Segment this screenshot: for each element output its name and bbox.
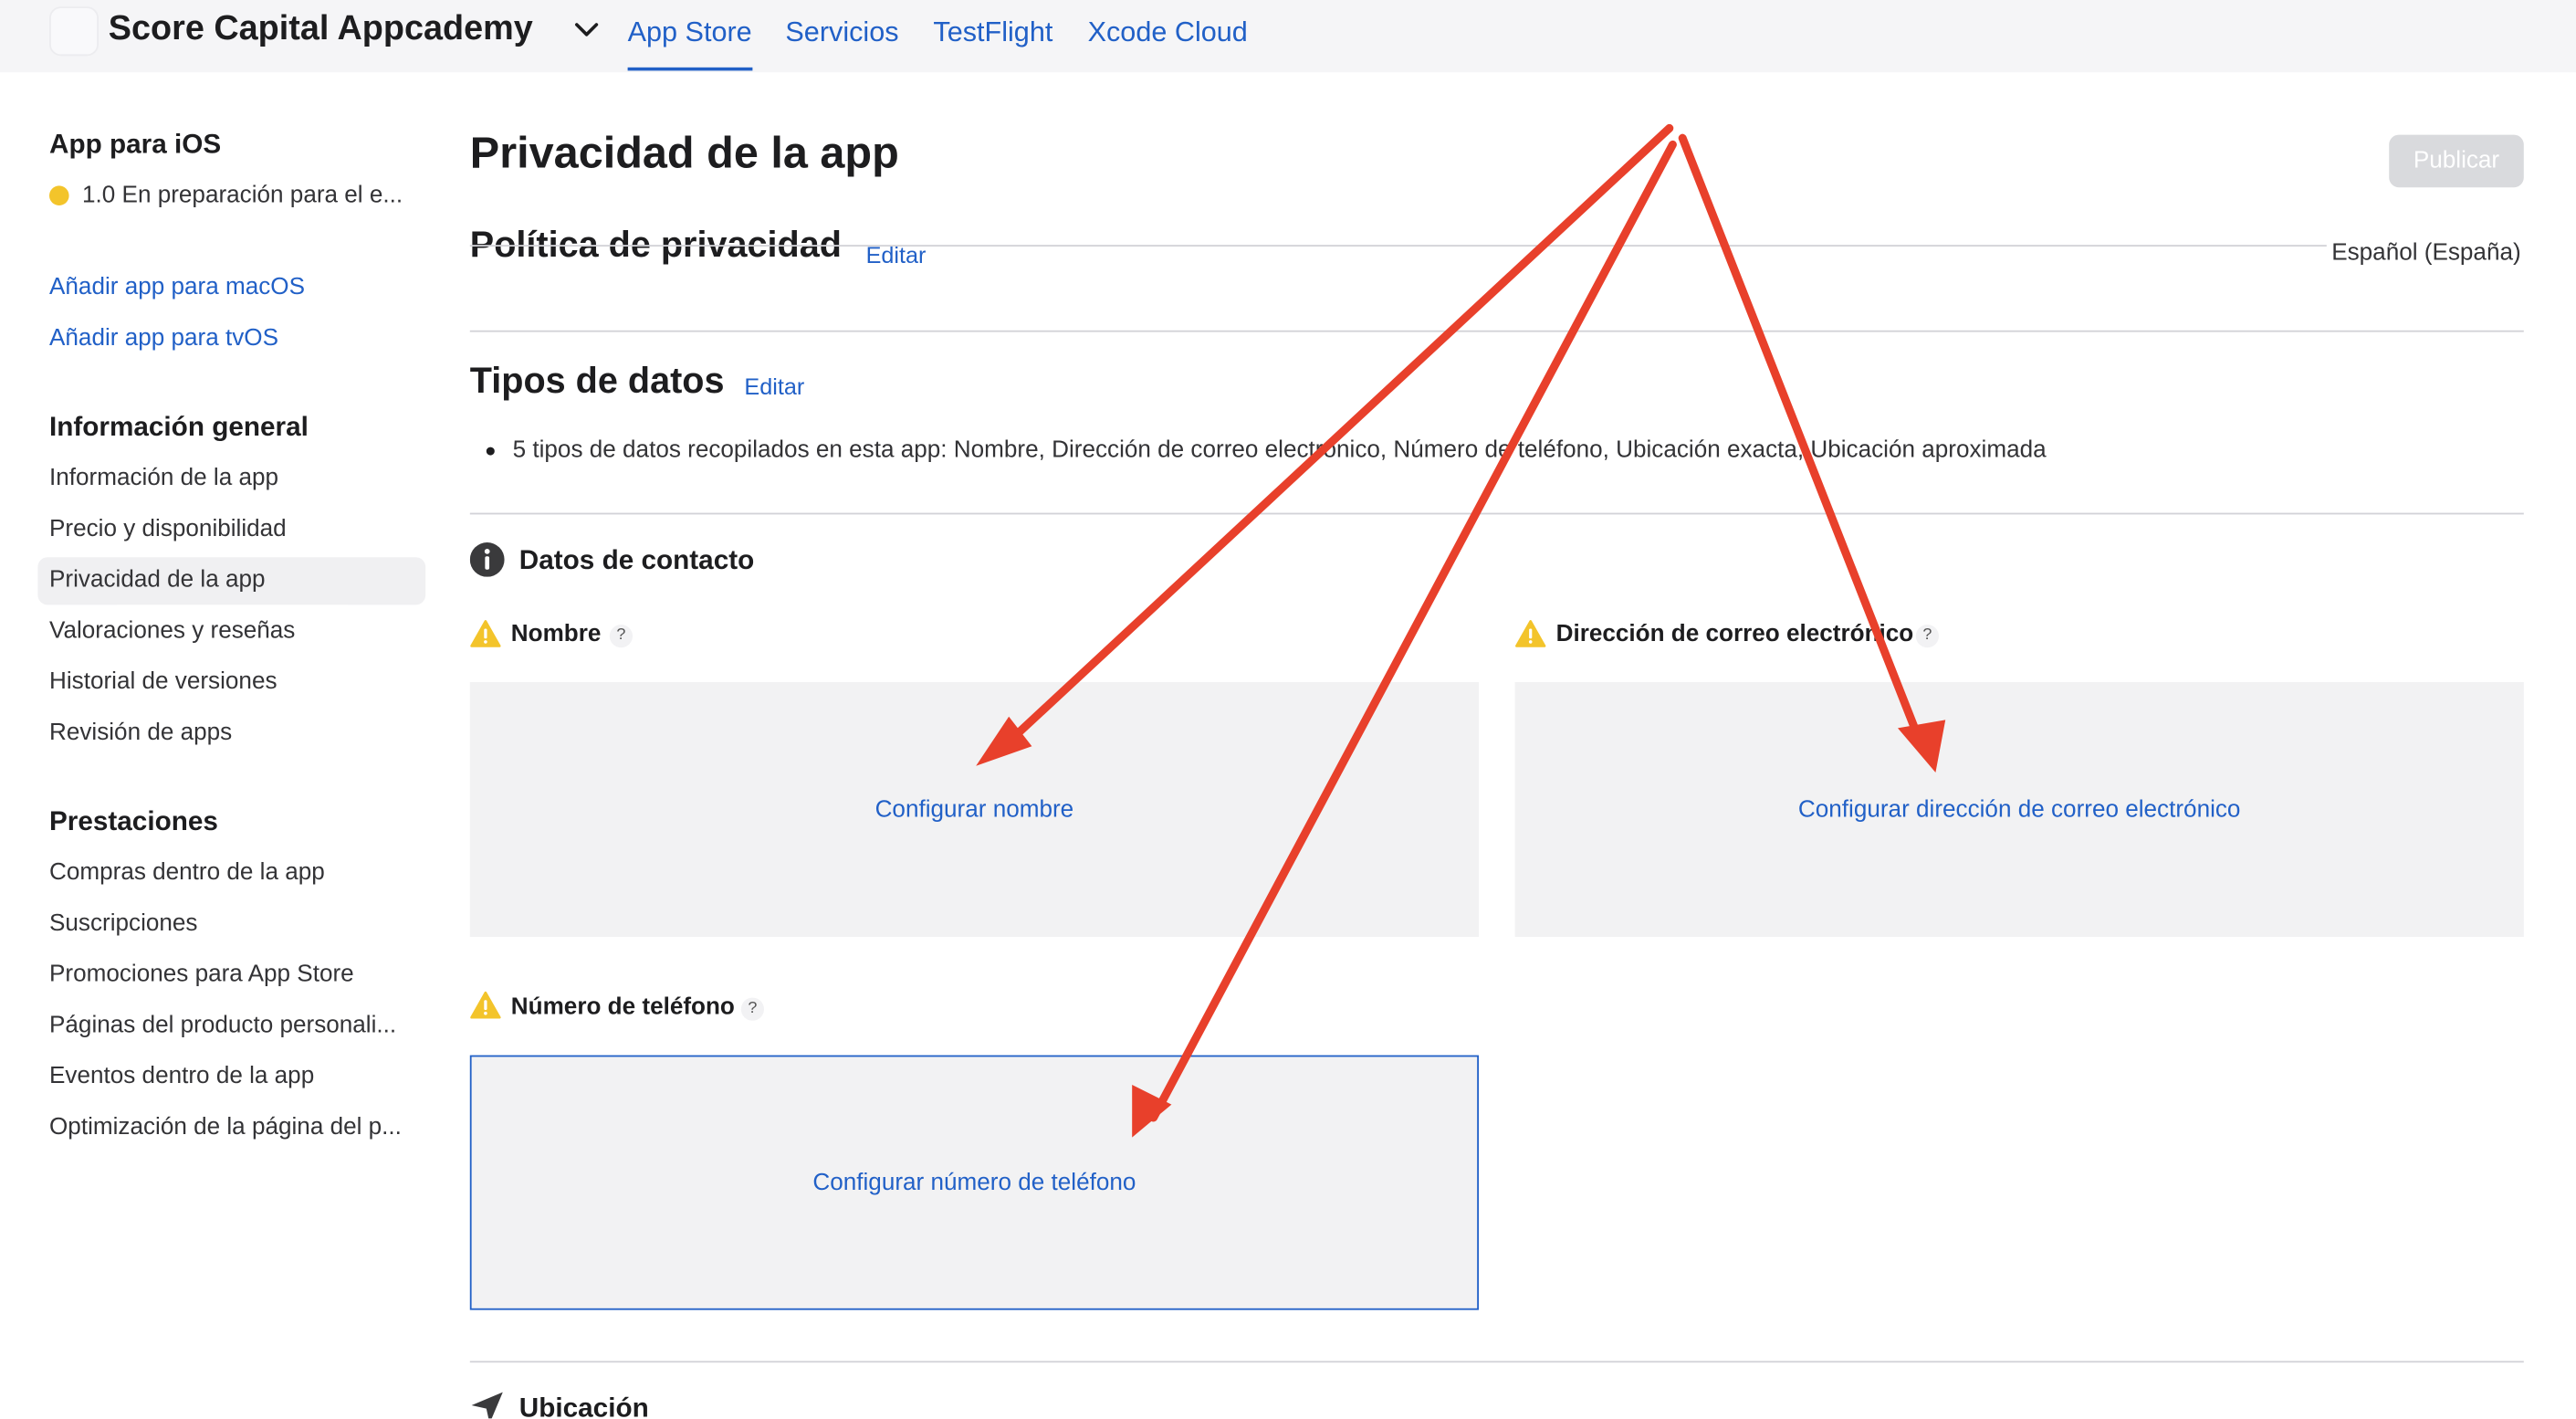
chevron-down-icon[interactable] bbox=[573, 20, 600, 40]
bullet-icon bbox=[486, 447, 495, 456]
sidebar-item-promotions[interactable]: Promociones para App Store bbox=[49, 962, 354, 988]
data-types-edit-link[interactable]: Editar bbox=[744, 373, 804, 400]
contact-data-title: Datos de contacto bbox=[518, 545, 755, 575]
sidebar-item-app-privacy[interactable]: Privacidad de la app bbox=[49, 567, 266, 594]
sidebar-item-in-app-events[interactable]: Eventos dentro de la app bbox=[49, 1064, 314, 1090]
team-name[interactable]: Score Capital Appcademy bbox=[109, 10, 533, 49]
page-title: Privacidad de la app bbox=[469, 128, 899, 178]
warning-icon bbox=[470, 991, 501, 1019]
email-field-label: Dirección de correo electrónico bbox=[1555, 621, 1914, 648]
help-icon[interactable]: ? bbox=[1915, 625, 1939, 648]
data-types-title: Tipos de datos bbox=[469, 360, 725, 402]
sidebar-item-app-review[interactable]: Revisión de apps bbox=[49, 720, 232, 746]
help-icon[interactable]: ? bbox=[740, 997, 764, 1021]
location-title: Ubicación bbox=[518, 1393, 649, 1419]
platform-heading: App para iOS bbox=[49, 130, 222, 160]
status-dot-icon bbox=[49, 185, 69, 205]
features-heading: Prestaciones bbox=[49, 806, 218, 837]
configure-name-link[interactable]: Configurar nombre bbox=[470, 797, 1479, 824]
add-macos-app-link[interactable]: Añadir app para macOS bbox=[49, 275, 305, 301]
section-divider bbox=[469, 1361, 2524, 1363]
sidebar-item-version-history[interactable]: Historial de versiones bbox=[49, 669, 277, 696]
sidebar-item-pricing[interactable]: Precio y disponibilidad bbox=[49, 516, 287, 542]
tab-xcode-cloud[interactable]: Xcode Cloud bbox=[1088, 16, 1248, 49]
configure-phone-link[interactable]: Configurar número de teléfono bbox=[472, 1171, 1478, 1197]
app-icon bbox=[49, 6, 99, 57]
help-icon[interactable]: ? bbox=[609, 625, 633, 648]
sidebar-item-page-optimization[interactable]: Optimización de la página del p... bbox=[49, 1114, 402, 1140]
version-status[interactable]: 1.0 En preparación para el e... bbox=[82, 183, 403, 209]
sidebar-item-app-info[interactable]: Información de la app bbox=[49, 465, 278, 491]
section-divider bbox=[469, 330, 2524, 332]
name-field-label: Nombre bbox=[510, 621, 602, 648]
header-divider bbox=[469, 245, 2327, 247]
privacy-policy-language: Español (España) bbox=[2331, 239, 2521, 267]
data-types-summary: 5 tipos de datos recopilados en esta app… bbox=[512, 436, 2047, 464]
info-icon bbox=[469, 542, 505, 577]
section-divider bbox=[469, 512, 2524, 515]
phone-field-label: Número de teléfono bbox=[510, 994, 735, 1021]
configure-phone-box[interactable]: Configurar número de teléfono bbox=[469, 1055, 1479, 1310]
tab-servicios[interactable]: Servicios bbox=[785, 16, 898, 49]
sidebar-item-in-app-purchases[interactable]: Compras dentro de la app bbox=[49, 859, 325, 886]
top-navigation-bar: Score Capital Appcademy App Store Servic… bbox=[0, 0, 2576, 73]
configure-name-box[interactable]: Configurar nombre bbox=[469, 682, 1479, 937]
configure-email-box[interactable]: Configurar dirección de correo electróni… bbox=[1514, 682, 2524, 937]
warning-icon bbox=[1515, 620, 1546, 647]
tab-testflight[interactable]: TestFlight bbox=[933, 16, 1052, 49]
warning-icon bbox=[470, 620, 501, 647]
app-privacy-page: Score Capital Appcademy App Store Servic… bbox=[0, 0, 2576, 1419]
sidebar-item-ratings[interactable]: Valoraciones y reseñas bbox=[49, 618, 295, 645]
general-info-heading: Información general bbox=[49, 412, 309, 443]
location-arrow-icon bbox=[471, 1392, 503, 1419]
tab-app-store[interactable]: App Store bbox=[627, 16, 752, 71]
configure-email-link[interactable]: Configurar dirección de correo electróni… bbox=[1515, 797, 2524, 824]
add-tvos-app-link[interactable]: Añadir app para tvOS bbox=[49, 325, 278, 352]
publish-button[interactable]: Publicar bbox=[2389, 134, 2524, 188]
sidebar-item-subscriptions[interactable]: Suscripciones bbox=[49, 910, 197, 937]
privacy-policy-title: Política de privacidad bbox=[469, 226, 842, 265]
sidebar-item-custom-product-pages[interactable]: Páginas del producto personali... bbox=[49, 1013, 396, 1039]
